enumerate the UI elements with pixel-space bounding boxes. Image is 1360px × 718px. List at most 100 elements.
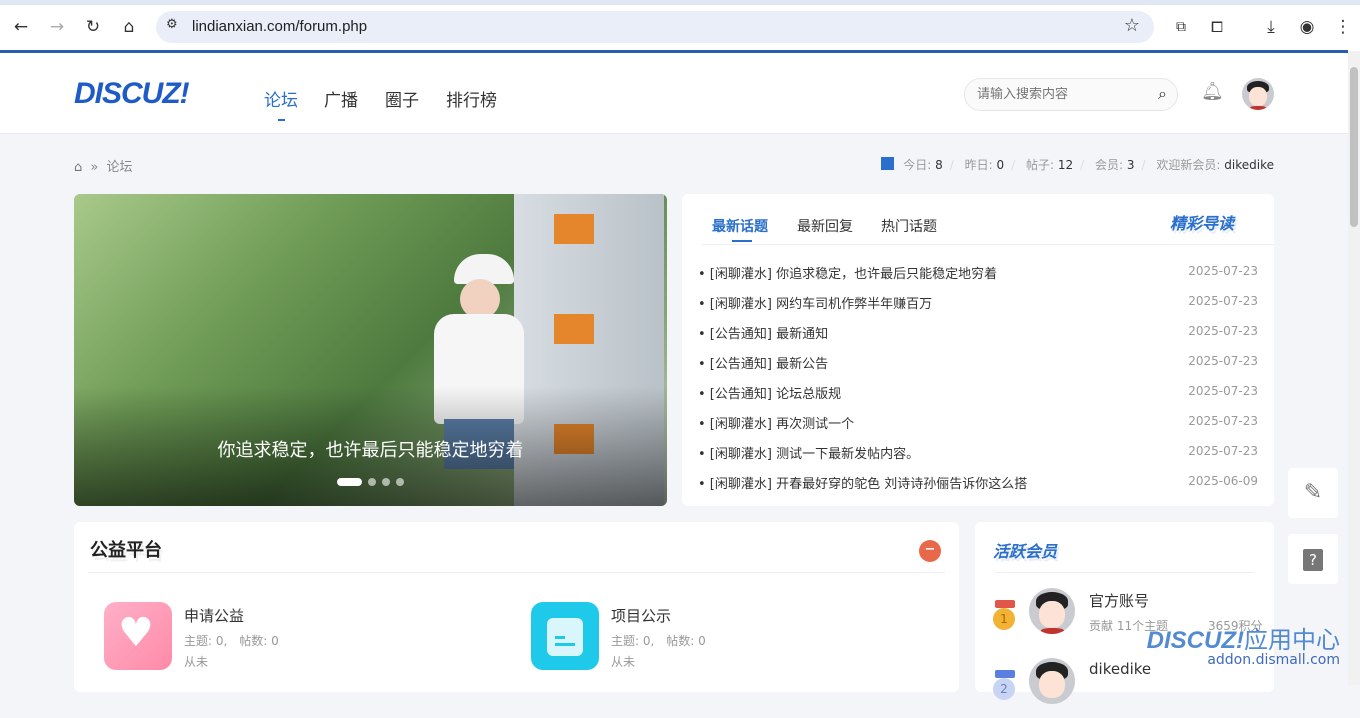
- active-members-panel: 活跃会员 1 官方账号 贡献 11个主题 3659积分 2 dikedike: [975, 522, 1274, 704]
- topics-panel: 最新话题 最新回复 热门话题 精彩导读 • [闲聊灌水] 你追求稳定，也许最后只…: [682, 194, 1274, 506]
- stat-posts: 12: [1057, 158, 1074, 172]
- member-avatar[interactable]: [1029, 588, 1075, 634]
- stat-posts-label: 帖子:: [1025, 158, 1055, 172]
- member-item[interactable]: 2 dikedike: [993, 658, 1263, 718]
- topic-row[interactable]: • [公告通知] 最新公告 2025-07-23: [698, 353, 1258, 383]
- crop-icon[interactable]: ⧉: [1170, 16, 1192, 38]
- tab-latest-replies[interactable]: 最新回复: [797, 216, 853, 236]
- nav-active-indicator: [278, 119, 285, 121]
- bookmark-star-icon[interactable]: ☆: [1124, 15, 1140, 36]
- forum-item[interactable]: 项目公示 主题: 0, 帖数: 0 从未: [531, 602, 931, 672]
- carousel-dot[interactable]: [368, 477, 376, 486]
- carousel-dots[interactable]: [337, 474, 410, 489]
- featured-title: 精彩导读: [1170, 214, 1235, 233]
- user-avatar[interactable]: [1242, 78, 1274, 110]
- topic-row[interactable]: • [公告通知] 论坛总版规 2025-07-23: [698, 383, 1258, 413]
- section-title: 活跃会员: [993, 542, 1058, 561]
- topic-title[interactable]: • [公告通知] 最新公告: [698, 353, 828, 372]
- search-icon[interactable]: ⌕: [1158, 84, 1167, 104]
- collapse-icon[interactable]: −: [919, 540, 941, 562]
- folder-icon[interactable]: [531, 602, 599, 670]
- tab-indicator: [732, 240, 752, 242]
- nav-ranking[interactable]: 排行榜: [446, 86, 497, 111]
- back-icon[interactable]: ←: [10, 16, 32, 38]
- breadcrumb: ⌂ » 论坛: [74, 156, 133, 175]
- member-name[interactable]: dikedike: [1089, 660, 1151, 678]
- topic-row[interactable]: • [闲聊灌水] 开春最好穿的鸵色 刘诗诗孙俪告诉你这么搭 2025-06-09: [698, 473, 1258, 503]
- topic-date: 2025-07-23: [1188, 414, 1258, 428]
- forum-meta: 主题: 0, 帖数: 0: [611, 634, 706, 648]
- member-item[interactable]: 1 官方账号 贡献 11个主题 3659积分: [993, 588, 1263, 648]
- tab-strip: [0, 0, 1360, 5]
- carousel-dot[interactable]: [396, 477, 404, 486]
- forum-stats: 今日: 8/ 昨日: 0/ 帖子: 12/ 会员: 3/ 欢迎新会员: dike…: [881, 156, 1274, 173]
- site-settings-icon[interactable]: ⚙: [166, 17, 178, 32]
- stat-today: 8: [935, 158, 943, 172]
- topic-title[interactable]: • [公告通知] 论坛总版规: [698, 383, 841, 402]
- reload-icon[interactable]: ↻: [82, 16, 104, 38]
- topic-date: 2025-07-23: [1188, 384, 1258, 398]
- tab-hot-topics[interactable]: 热门话题: [881, 216, 937, 236]
- welfare-section: 公益平台 − ♥ 申请公益 主题: 0, 帖数: 0 从未 项目公示 主题: 0…: [74, 522, 959, 692]
- forum-name[interactable]: 项目公示: [611, 605, 671, 626]
- menu-icon[interactable]: ⋮: [1332, 16, 1354, 38]
- stat-today-label: 今日:: [903, 158, 932, 172]
- hero-caption[interactable]: 你追求稳定，也许最后只能稳定地穷着: [74, 436, 667, 462]
- carousel-dot[interactable]: [382, 477, 390, 486]
- tab-latest-topics[interactable]: 最新话题: [712, 216, 768, 236]
- member-points: 3659积分: [1208, 619, 1263, 633]
- forward-icon[interactable]: →: [46, 16, 68, 38]
- stat-members: 3: [1126, 158, 1135, 172]
- heart-icon[interactable]: ♥: [104, 602, 172, 670]
- topic-date: 2025-06-09: [1188, 474, 1258, 488]
- site-logo[interactable]: DISCUZ!: [74, 77, 190, 111]
- stat-yesterday: 0: [996, 158, 1005, 172]
- url-text[interactable]: lindianxian.com/forum.php: [192, 18, 367, 35]
- stat-newest-label: 欢迎新会员:: [1156, 158, 1221, 172]
- newest-member-link[interactable]: dikedike: [1224, 158, 1274, 172]
- carousel-dot[interactable]: [337, 477, 362, 486]
- bell-icon[interactable]: 🔔︎: [1201, 81, 1224, 102]
- topic-row[interactable]: • [闲聊灌水] 再次测试一个 2025-07-23: [698, 413, 1258, 443]
- topic-date: 2025-07-23: [1188, 324, 1258, 338]
- topic-title[interactable]: • [闲聊灌水] 再次测试一个: [698, 413, 854, 432]
- forum-item[interactable]: ♥ 申请公益 主题: 0, 帖数: 0 从未: [104, 602, 504, 672]
- help-button[interactable]: ?: [1288, 534, 1338, 584]
- profile-icon[interactable]: ◉: [1296, 16, 1318, 38]
- nav-broadcast[interactable]: 广播: [324, 86, 358, 111]
- forum-meta: 主题: 0, 帖数: 0: [184, 634, 279, 648]
- topic-title[interactable]: • [闲聊灌水] 网约车司机作弊半年赚百万: [698, 293, 932, 312]
- nav-forum[interactable]: 论坛: [264, 86, 298, 111]
- nav-groups[interactable]: 圈子: [385, 86, 419, 111]
- member-avatar[interactable]: [1029, 658, 1075, 704]
- search-box[interactable]: ⌕: [964, 78, 1178, 111]
- hero-carousel[interactable]: 你追求稳定，也许最后只能稳定地穷着: [74, 194, 667, 506]
- topic-title[interactable]: • [闲聊灌水] 你追求稳定，也许最后只能稳定地穷着: [698, 263, 997, 282]
- scrollbar-thumb[interactable]: [1350, 67, 1358, 227]
- topic-date: 2025-07-23: [1188, 294, 1258, 308]
- download-icon[interactable]: ⤓: [1260, 16, 1282, 38]
- edit-post-button[interactable]: ✎: [1288, 468, 1338, 518]
- stat-members-label: 会员:: [1095, 158, 1124, 172]
- page-scrollbar[interactable]: [1348, 51, 1360, 685]
- topic-row[interactable]: • [闲聊灌水] 测试一下最新发帖内容。 2025-07-23: [698, 443, 1258, 473]
- forum-last-post: 从未: [611, 655, 636, 669]
- topic-title[interactable]: • [闲聊灌水] 开春最好穿的鸵色 刘诗诗孙俪告诉你这么搭: [698, 473, 1027, 492]
- home-icon[interactable]: ⌂: [74, 160, 82, 175]
- topic-row[interactable]: • [闲聊灌水] 网约车司机作弊半年赚百万 2025-07-23: [698, 293, 1258, 323]
- search-input[interactable]: [977, 87, 1137, 102]
- forum-name[interactable]: 申请公益: [184, 605, 244, 626]
- topic-row[interactable]: • [公告通知] 最新通知 2025-07-23: [698, 323, 1258, 353]
- extensions-icon[interactable]: ⧠: [1206, 16, 1228, 38]
- breadcrumb-current[interactable]: 论坛: [107, 160, 133, 175]
- member-contrib: 贡献 11个主题: [1089, 619, 1169, 633]
- home-icon[interactable]: ⌂: [118, 16, 140, 38]
- breadcrumb-separator: »: [90, 160, 99, 175]
- topic-title[interactable]: • [闲聊灌水] 测试一下最新发帖内容。: [698, 443, 919, 462]
- stat-yesterday-label: 昨日:: [964, 158, 993, 172]
- topic-date: 2025-07-23: [1188, 444, 1258, 458]
- address-bar[interactable]: ⚙ lindianxian.com/forum.php ☆: [156, 11, 1154, 43]
- member-name[interactable]: 官方账号: [1089, 590, 1149, 611]
- topic-row[interactable]: • [闲聊灌水] 你追求稳定，也许最后只能稳定地穷着 2025-07-23: [698, 263, 1258, 293]
- topic-title[interactable]: • [公告通知] 最新通知: [698, 323, 828, 342]
